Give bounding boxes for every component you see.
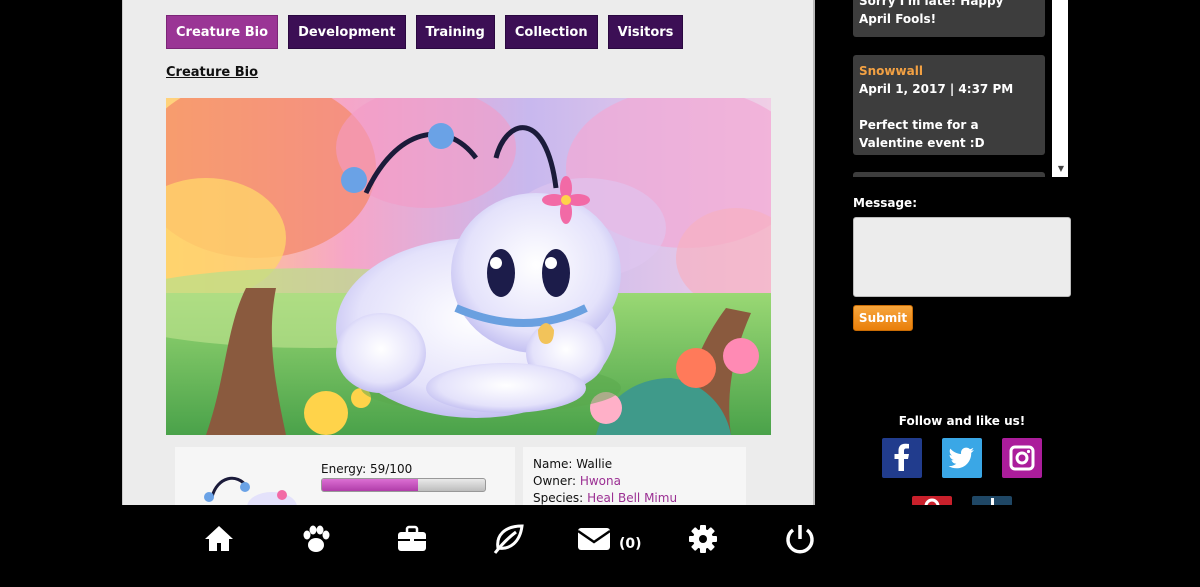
tab-development[interactable]: Development <box>288 15 406 49</box>
energy-label: Energy: 59/100 <box>321 462 413 476</box>
section-title: Creature Bio <box>166 65 259 80</box>
bottom-nav: (0) <box>0 505 1200 587</box>
name-row: Name: Wallie <box>533 456 736 473</box>
message-textarea[interactable] <box>853 217 1071 297</box>
instagram-icon[interactable] <box>1002 438 1042 478</box>
owner-row: Owner: Hwona <box>533 473 736 490</box>
briefcase-icon[interactable] <box>395 522 429 556</box>
creature-tabs: Creature Bio Development Training Collec… <box>166 15 684 49</box>
power-icon[interactable] <box>783 522 817 556</box>
facebook-icon[interactable] <box>882 438 922 478</box>
chat-timestamp: April 1, 2017 | 4:37 PM <box>859 82 1014 96</box>
chat-box[interactable]: Sorry I'm late! Happy April Fools! Snoww… <box>850 0 1068 177</box>
chat-message: Snowwall April 1, 2017 | 4:37 PM Perfect… <box>853 55 1045 155</box>
stats-card: Energy: 59/100 <box>175 447 515 507</box>
owner-link[interactable]: Hwona <box>580 474 621 488</box>
species-link[interactable]: Heal Bell Mimu <box>587 491 677 505</box>
tab-training[interactable]: Training <box>415 15 495 49</box>
leaf-icon[interactable] <box>492 522 526 556</box>
page: Creature Bio Development Training Collec… <box>0 0 1200 587</box>
name-label: Name: <box>533 457 573 471</box>
chat-message-text: Perfect time for a Valentine event :D <box>859 118 985 150</box>
creature-thumbnail <box>204 476 297 507</box>
tab-creature-bio[interactable]: Creature Bio <box>166 15 279 49</box>
main-panel: Creature Bio Development Training Collec… <box>122 0 815 507</box>
chat-username[interactable]: Snowwall <box>859 62 1039 80</box>
name-value: Wallie <box>576 457 613 471</box>
submit-button[interactable]: Submit <box>853 305 913 331</box>
energy-bar-fill <box>322 479 419 491</box>
chat-message-text: Sorry I'm late! Happy April Fools! <box>859 0 1004 26</box>
info-card: Name: Wallie Owner: Hwona Species: Heal … <box>523 447 746 507</box>
message-label: Message: <box>853 196 917 210</box>
chat-message <box>853 172 1045 177</box>
tab-visitors[interactable]: Visitors <box>607 15 684 49</box>
owner-label: Owner: <box>533 474 577 488</box>
mail-count[interactable]: (0) <box>619 536 642 552</box>
creature-image <box>166 98 771 435</box>
chat-message: Sorry I'm late! Happy April Fools! <box>853 0 1045 37</box>
mail-icon[interactable] <box>577 522 611 556</box>
species-label: Species: <box>533 491 584 505</box>
twitter-icon[interactable] <box>942 438 982 478</box>
follow-label: Follow and like us! <box>898 414 1026 428</box>
gear-icon[interactable] <box>686 522 720 556</box>
energy-bar <box>321 478 486 492</box>
paw-icon[interactable] <box>299 522 333 556</box>
home-icon[interactable] <box>202 522 236 556</box>
scroll-down-arrow-icon[interactable]: ▼ <box>1058 164 1064 173</box>
tab-collection[interactable]: Collection <box>504 15 598 49</box>
chat-scrollbar[interactable]: ▼ <box>1052 0 1068 177</box>
